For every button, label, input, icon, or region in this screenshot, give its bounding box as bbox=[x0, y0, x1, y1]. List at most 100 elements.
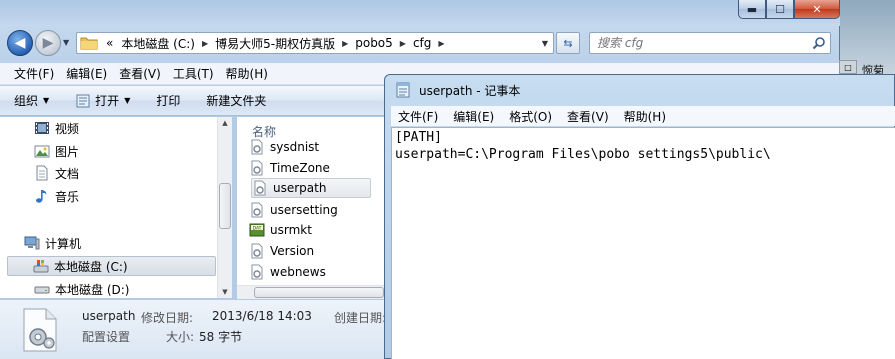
file-name: userpath bbox=[273, 181, 327, 195]
list-item[interactable]: sysdnist bbox=[249, 137, 369, 157]
list-item[interactable]: userpath bbox=[251, 178, 371, 198]
notepad-menu-file[interactable]: 文件(F) bbox=[398, 108, 445, 125]
hard-drive-icon bbox=[34, 286, 50, 294]
config-file-large-icon bbox=[23, 308, 57, 352]
breadcrumb-pobo5[interactable]: pobo5 bbox=[351, 36, 397, 50]
nav-item-drive-d[interactable]: 本地磁盘 (D:) bbox=[34, 279, 129, 299]
document-library-icon bbox=[36, 165, 48, 181]
explorer-titlebar[interactable]: ▬ ☐ ✕ bbox=[0, 0, 840, 26]
minimize-button[interactable]: ▬ bbox=[738, 0, 766, 19]
refresh-button[interactable]: ⇆ bbox=[556, 32, 580, 54]
file-name: usrmkt bbox=[270, 223, 312, 237]
organize-button[interactable]: 组织 ▼ bbox=[14, 92, 49, 109]
config-file-icon bbox=[251, 202, 263, 218]
nav-item-documents[interactable]: 文档 bbox=[34, 163, 79, 183]
breadcrumb-chevron-icon[interactable]: ▶ bbox=[397, 39, 409, 48]
details-file-name: userpath bbox=[82, 309, 136, 323]
list-item[interactable]: usersetting bbox=[249, 200, 369, 220]
notepad-titlebar[interactable]: userpath - 记事本 bbox=[395, 81, 520, 99]
scroll-down-icon[interactable]: ▼ bbox=[218, 288, 232, 296]
config-file-icon bbox=[251, 243, 263, 259]
list-item[interactable]: TimeZone bbox=[249, 158, 369, 178]
notepad-icon bbox=[396, 82, 410, 98]
nav-item-drive-c[interactable]: 本地磁盘 (C:) bbox=[7, 256, 216, 276]
search-input[interactable] bbox=[597, 36, 797, 50]
notepad-text-area[interactable]: [PATH] userpath=C:\Program Files\pobo se… bbox=[391, 127, 895, 359]
window-controls: ▬ ☐ ✕ bbox=[738, 0, 840, 20]
nav-item-pictures[interactable]: 图片 bbox=[34, 141, 79, 161]
computer-icon bbox=[24, 236, 40, 250]
forward-arrow-icon: ▶ bbox=[42, 35, 54, 51]
folder-icon bbox=[80, 37, 98, 50]
details-size-value: 58 字节 bbox=[199, 330, 243, 344]
hscroll-thumb[interactable] bbox=[254, 287, 384, 298]
notepad-window: userpath - 记事本 文件(F) 编辑(E) 格式(O) 查看(V) 帮… bbox=[384, 74, 895, 359]
new-folder-button[interactable]: 新建文件夹 bbox=[206, 92, 266, 109]
open-button[interactable]: 打开 ▼ bbox=[75, 92, 130, 109]
scroll-up-icon[interactable]: ▲ bbox=[218, 119, 232, 127]
menu-help[interactable]: 帮助(H) bbox=[220, 65, 274, 82]
print-label: 打印 bbox=[156, 94, 181, 108]
file-list-hscrollbar[interactable] bbox=[237, 285, 387, 299]
nav-item-label: 文档 bbox=[55, 166, 80, 181]
print-button[interactable]: 打印 bbox=[156, 92, 180, 109]
nav-item-music[interactable]: 音乐 bbox=[34, 186, 79, 206]
notepad-menu-edit[interactable]: 编辑(E) bbox=[453, 108, 501, 125]
new-folder-label: 新建文件夹 bbox=[206, 94, 267, 108]
back-button[interactable]: ◀ bbox=[7, 30, 33, 56]
file-list: 名称 sysdnist TimeZone userpath usersettin… bbox=[237, 117, 387, 298]
notepad-menu-view[interactable]: 查看(V) bbox=[567, 108, 616, 125]
navigation-pane: 视频 图片 文档 音乐 计算机 本地磁盘 (C:) 本地磁盘 (D:) ▲ ▼ bbox=[0, 117, 232, 299]
nav-item-label: 音乐 bbox=[55, 189, 80, 204]
notepad-menubar: 文件(F) 编辑(E) 格式(O) 查看(V) 帮助(H) bbox=[391, 106, 895, 126]
address-bar[interactable]: « 本地磁盘 (C:) ▶ 博易大师5-期权仿真版 ▶ pobo5 ▶ cfg … bbox=[76, 32, 554, 54]
menu-tools[interactable]: 工具(T) bbox=[167, 65, 220, 82]
list-item[interactable]: Version bbox=[249, 241, 369, 261]
desktop-window-icon: □ bbox=[839, 60, 857, 74]
menu-file[interactable]: 文件(F) bbox=[8, 65, 60, 82]
nav-item-video[interactable]: 视频 bbox=[34, 118, 79, 138]
config-file-icon bbox=[251, 160, 263, 176]
details-modified-value: 2013/6/18 14:03 bbox=[212, 309, 312, 323]
navigation-row: ◀ ▶ ▼ « 本地磁盘 (C:) ▶ 博易大师5-期权仿真版 ▶ pobo5 … bbox=[0, 28, 840, 58]
close-button[interactable]: ✕ bbox=[794, 0, 840, 19]
notepad-title: userpath - 记事本 bbox=[419, 83, 521, 98]
nav-scroll-thumb[interactable] bbox=[219, 183, 231, 229]
menu-view[interactable]: 查看(V) bbox=[113, 65, 167, 82]
file-name: sysdnist bbox=[270, 140, 320, 154]
notepad-menu-help[interactable]: 帮助(H) bbox=[624, 108, 673, 125]
breadcrumb-drive[interactable]: 本地磁盘 (C:) bbox=[117, 35, 199, 52]
chevron-down-icon: ▼ bbox=[124, 96, 131, 105]
search-icon[interactable] bbox=[812, 36, 826, 50]
chevron-down-icon: ▼ bbox=[43, 96, 50, 105]
dat-file-icon: DAT bbox=[249, 223, 265, 237]
maximize-button[interactable]: ☐ bbox=[766, 0, 794, 19]
breadcrumb-chevron-icon[interactable]: ▶ bbox=[435, 39, 447, 48]
details-modified-label: 修改日期: bbox=[141, 311, 194, 325]
system-drive-icon bbox=[33, 260, 49, 273]
notepad-menu-format[interactable]: 格式(O) bbox=[509, 108, 559, 125]
breadcrumb-cfg[interactable]: cfg bbox=[409, 36, 435, 50]
back-arrow-icon: ◀ bbox=[14, 35, 26, 51]
picture-library-icon bbox=[34, 145, 50, 158]
address-dropdown-icon[interactable]: ▼ bbox=[537, 39, 553, 48]
nav-scrollbar[interactable]: ▲ ▼ bbox=[217, 117, 232, 298]
nav-item-label: 计算机 bbox=[45, 236, 82, 251]
breadcrumb-chevron-icon[interactable]: ▶ bbox=[339, 39, 351, 48]
file-name: Version bbox=[270, 244, 315, 258]
nav-item-computer[interactable]: 计算机 bbox=[24, 233, 81, 253]
breadcrumb-app-folder[interactable]: 博易大师5-期权仿真版 bbox=[211, 35, 339, 52]
breadcrumb-overflow[interactable]: « bbox=[102, 36, 117, 50]
list-item[interactable]: DAT usrmkt bbox=[249, 220, 369, 240]
recent-pages-dropdown[interactable]: ▼ bbox=[63, 38, 69, 47]
details-size-label: 大小: bbox=[166, 330, 195, 344]
svg-text:DAT: DAT bbox=[253, 225, 262, 231]
forward-button[interactable]: ▶ bbox=[35, 30, 61, 56]
menu-edit[interactable]: 编辑(E) bbox=[60, 65, 113, 82]
details-file-type: 配置设置 bbox=[82, 330, 131, 344]
breadcrumb-chevron-icon[interactable]: ▶ bbox=[199, 39, 211, 48]
list-item[interactable]: webnews bbox=[249, 262, 369, 282]
file-name: webnews bbox=[270, 265, 326, 279]
nav-item-label: 图片 bbox=[55, 144, 80, 159]
search-box[interactable] bbox=[589, 32, 831, 54]
